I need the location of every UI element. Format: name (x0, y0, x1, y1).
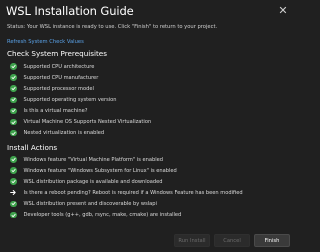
footer-bar: Run Install Cancel Finish (0, 228, 295, 252)
check-item-label: WSL distribution package is available an… (23, 178, 163, 185)
check-circle-icon (10, 107, 17, 115)
check-item: Supported processor model (10, 83, 151, 94)
check-item-label: Virtual Machine OS Supports Nested Virtu… (23, 119, 152, 126)
check-item: Windows feature "Virtual Machine Platfor… (10, 154, 243, 165)
refresh-link[interactable]: Refresh System Check Values (7, 39, 84, 45)
check-item-label: Is this a virtual machine? (23, 107, 88, 114)
check-circle-icon (10, 63, 17, 70)
check-item-label: Nested virtualization is enabled (23, 130, 105, 137)
finish-button[interactable]: Finish (254, 234, 290, 247)
install-actions-list: Windows feature "Virtual Machine Platfor… (10, 154, 243, 221)
check-item: Windows feature "Windows Subsystem for L… (10, 165, 243, 176)
install-actions-heading: Install Actions (7, 143, 58, 152)
check-item-label: Supported processor model (23, 85, 94, 92)
prerequisites-list: Supported CPU architecture Supported CPU … (10, 61, 151, 139)
check-item-label: Windows feature "Virtual Machine Platfor… (23, 156, 164, 163)
check-circle-icon (10, 156, 17, 163)
check-item-label: Developer tools (g++, gdb, rsync, make, … (23, 212, 182, 219)
check-circle-icon (10, 118, 17, 126)
window-title: WSL Installation Guide (6, 4, 134, 18)
close-icon[interactable]: ✕ (275, 3, 291, 19)
check-item: Developer tools (g++, gdb, rsync, make, … (10, 209, 243, 220)
check-item: Supported CPU architecture (10, 61, 151, 72)
check-item-label: Is there a reboot pending? Reboot is req… (23, 189, 243, 196)
check-item: Virtual Machine OS Supports Nested Virtu… (10, 116, 151, 127)
check-circle-icon (10, 129, 17, 137)
arrow-right-icon (10, 190, 17, 197)
check-item-label: Supported operating system version (23, 96, 117, 103)
prerequisites-heading: Check System Prerequisites (7, 49, 107, 58)
check-circle-icon (10, 74, 17, 81)
check-item: Supported operating system version (10, 94, 151, 105)
check-circle-icon (10, 167, 17, 174)
status-text: Status: Your WSL instance is ready to us… (7, 24, 218, 30)
check-item: WSL distribution package is available an… (10, 176, 243, 187)
check-item-label: WSL distribution present and discoverabl… (23, 200, 157, 207)
check-item-label: Supported CPU manufacturer (23, 74, 99, 81)
check-item: Is there a reboot pending? Reboot is req… (10, 187, 243, 198)
run-install-button[interactable]: Run Install (174, 234, 210, 247)
check-item: Is this a virtual machine? (10, 105, 151, 116)
check-item: WSL distribution present and discoverabl… (10, 198, 243, 209)
check-item-label: Windows feature "Windows Subsystem for L… (23, 167, 177, 174)
check-circle-icon (10, 211, 17, 219)
cancel-button[interactable]: Cancel (214, 234, 250, 247)
check-circle-icon (10, 200, 17, 208)
check-circle-icon (10, 96, 17, 104)
check-item-label: Supported CPU architecture (23, 63, 95, 70)
check-circle-icon (10, 178, 17, 185)
check-item: Supported CPU manufacturer (10, 72, 151, 83)
check-circle-icon (10, 85, 17, 92)
check-item: Nested virtualization is enabled (10, 128, 151, 139)
